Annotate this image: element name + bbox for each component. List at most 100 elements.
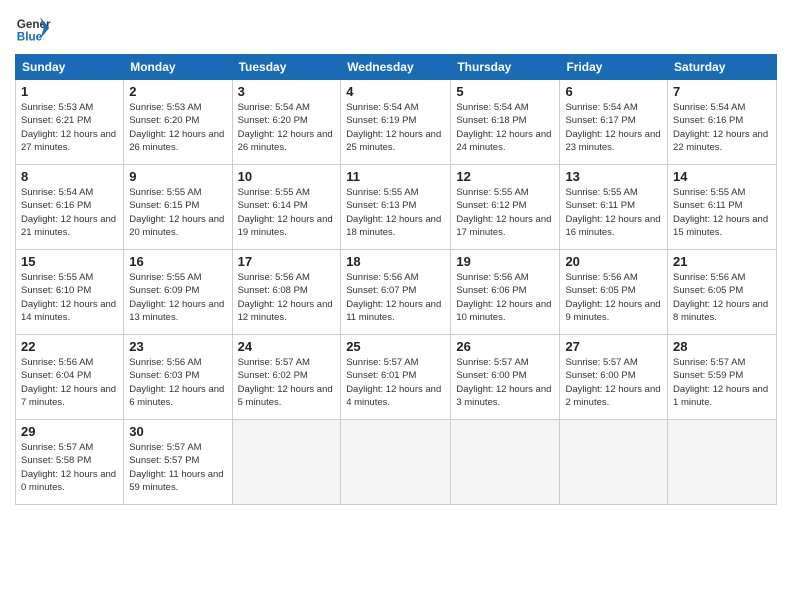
day-info: Sunrise: 5:57 AMSunset: 5:57 PMDaylight:… xyxy=(129,441,226,494)
day-number: 29 xyxy=(21,424,118,439)
table-row: 12 Sunrise: 5:55 AMSunset: 6:12 PMDaylig… xyxy=(451,165,560,250)
day-number: 25 xyxy=(346,339,445,354)
day-info: Sunrise: 5:55 AMSunset: 6:09 PMDaylight:… xyxy=(129,271,226,324)
day-info: Sunrise: 5:57 AMSunset: 6:01 PMDaylight:… xyxy=(346,356,445,409)
table-row: 22 Sunrise: 5:56 AMSunset: 6:04 PMDaylig… xyxy=(16,335,124,420)
calendar-row-2: 8 Sunrise: 5:54 AMSunset: 6:16 PMDayligh… xyxy=(16,165,777,250)
table-row xyxy=(560,420,668,505)
table-row: 18 Sunrise: 5:56 AMSunset: 6:07 PMDaylig… xyxy=(341,250,451,335)
day-info: Sunrise: 5:54 AMSunset: 6:20 PMDaylight:… xyxy=(238,101,336,154)
calendar-row-1: 1 Sunrise: 5:53 AMSunset: 6:21 PMDayligh… xyxy=(16,80,777,165)
table-row: 9 Sunrise: 5:55 AMSunset: 6:15 PMDayligh… xyxy=(124,165,232,250)
day-number: 11 xyxy=(346,169,445,184)
day-info: Sunrise: 5:56 AMSunset: 6:03 PMDaylight:… xyxy=(129,356,226,409)
day-number: 8 xyxy=(21,169,118,184)
day-info: Sunrise: 5:57 AMSunset: 6:00 PMDaylight:… xyxy=(456,356,554,409)
table-row: 19 Sunrise: 5:56 AMSunset: 6:06 PMDaylig… xyxy=(451,250,560,335)
day-info: Sunrise: 5:55 AMSunset: 6:11 PMDaylight:… xyxy=(565,186,662,239)
day-info: Sunrise: 5:55 AMSunset: 6:11 PMDaylight:… xyxy=(673,186,771,239)
table-row: 11 Sunrise: 5:55 AMSunset: 6:13 PMDaylig… xyxy=(341,165,451,250)
day-number: 5 xyxy=(456,84,554,99)
header-tuesday: Tuesday xyxy=(232,55,341,80)
day-info: Sunrise: 5:56 AMSunset: 6:04 PMDaylight:… xyxy=(21,356,118,409)
day-info: Sunrise: 5:57 AMSunset: 6:00 PMDaylight:… xyxy=(565,356,662,409)
calendar-body: 1 Sunrise: 5:53 AMSunset: 6:21 PMDayligh… xyxy=(16,80,777,505)
day-number: 26 xyxy=(456,339,554,354)
day-number: 22 xyxy=(21,339,118,354)
table-row: 5 Sunrise: 5:54 AMSunset: 6:18 PMDayligh… xyxy=(451,80,560,165)
header-wednesday: Wednesday xyxy=(341,55,451,80)
table-row: 7 Sunrise: 5:54 AMSunset: 6:16 PMDayligh… xyxy=(668,80,777,165)
table-row: 4 Sunrise: 5:54 AMSunset: 6:19 PMDayligh… xyxy=(341,80,451,165)
day-info: Sunrise: 5:56 AMSunset: 6:05 PMDaylight:… xyxy=(565,271,662,324)
day-number: 13 xyxy=(565,169,662,184)
table-row: 2 Sunrise: 5:53 AMSunset: 6:20 PMDayligh… xyxy=(124,80,232,165)
svg-text:Blue: Blue xyxy=(17,31,43,44)
table-row xyxy=(451,420,560,505)
day-number: 20 xyxy=(565,254,662,269)
day-number: 1 xyxy=(21,84,118,99)
header-saturday: Saturday xyxy=(668,55,777,80)
table-row xyxy=(232,420,341,505)
day-info: Sunrise: 5:53 AMSunset: 6:20 PMDaylight:… xyxy=(129,101,226,154)
day-number: 19 xyxy=(456,254,554,269)
table-row: 3 Sunrise: 5:54 AMSunset: 6:20 PMDayligh… xyxy=(232,80,341,165)
table-row: 26 Sunrise: 5:57 AMSunset: 6:00 PMDaylig… xyxy=(451,335,560,420)
day-info: Sunrise: 5:54 AMSunset: 6:18 PMDaylight:… xyxy=(456,101,554,154)
table-row: 15 Sunrise: 5:55 AMSunset: 6:10 PMDaylig… xyxy=(16,250,124,335)
day-number: 7 xyxy=(673,84,771,99)
day-info: Sunrise: 5:55 AMSunset: 6:12 PMDaylight:… xyxy=(456,186,554,239)
calendar-header-row: SundayMondayTuesdayWednesdayThursdayFrid… xyxy=(16,55,777,80)
day-number: 21 xyxy=(673,254,771,269)
table-row: 29 Sunrise: 5:57 AMSunset: 5:58 PMDaylig… xyxy=(16,420,124,505)
day-number: 30 xyxy=(129,424,226,439)
day-number: 16 xyxy=(129,254,226,269)
calendar-row-3: 15 Sunrise: 5:55 AMSunset: 6:10 PMDaylig… xyxy=(16,250,777,335)
table-row: 6 Sunrise: 5:54 AMSunset: 6:17 PMDayligh… xyxy=(560,80,668,165)
day-info: Sunrise: 5:54 AMSunset: 6:17 PMDaylight:… xyxy=(565,101,662,154)
day-number: 3 xyxy=(238,84,336,99)
header-sunday: Sunday xyxy=(16,55,124,80)
table-row: 16 Sunrise: 5:55 AMSunset: 6:09 PMDaylig… xyxy=(124,250,232,335)
day-info: Sunrise: 5:56 AMSunset: 6:06 PMDaylight:… xyxy=(456,271,554,324)
day-number: 2 xyxy=(129,84,226,99)
day-info: Sunrise: 5:57 AMSunset: 5:58 PMDaylight:… xyxy=(21,441,118,494)
table-row: 8 Sunrise: 5:54 AMSunset: 6:16 PMDayligh… xyxy=(16,165,124,250)
table-row: 27 Sunrise: 5:57 AMSunset: 6:00 PMDaylig… xyxy=(560,335,668,420)
day-info: Sunrise: 5:53 AMSunset: 6:21 PMDaylight:… xyxy=(21,101,118,154)
table-row: 17 Sunrise: 5:56 AMSunset: 6:08 PMDaylig… xyxy=(232,250,341,335)
day-info: Sunrise: 5:55 AMSunset: 6:15 PMDaylight:… xyxy=(129,186,226,239)
table-row: 1 Sunrise: 5:53 AMSunset: 6:21 PMDayligh… xyxy=(16,80,124,165)
day-number: 14 xyxy=(673,169,771,184)
day-info: Sunrise: 5:55 AMSunset: 6:14 PMDaylight:… xyxy=(238,186,336,239)
table-row: 21 Sunrise: 5:56 AMSunset: 6:05 PMDaylig… xyxy=(668,250,777,335)
day-number: 18 xyxy=(346,254,445,269)
day-info: Sunrise: 5:56 AMSunset: 6:07 PMDaylight:… xyxy=(346,271,445,324)
day-number: 6 xyxy=(565,84,662,99)
day-number: 27 xyxy=(565,339,662,354)
day-number: 9 xyxy=(129,169,226,184)
day-info: Sunrise: 5:56 AMSunset: 6:08 PMDaylight:… xyxy=(238,271,336,324)
table-row: 28 Sunrise: 5:57 AMSunset: 5:59 PMDaylig… xyxy=(668,335,777,420)
day-info: Sunrise: 5:54 AMSunset: 6:16 PMDaylight:… xyxy=(21,186,118,239)
day-info: Sunrise: 5:55 AMSunset: 6:13 PMDaylight:… xyxy=(346,186,445,239)
calendar-table: SundayMondayTuesdayWednesdayThursdayFrid… xyxy=(15,54,777,505)
logo-icon: General Blue xyxy=(15,10,51,46)
table-row xyxy=(668,420,777,505)
day-number: 15 xyxy=(21,254,118,269)
page-header: General Blue xyxy=(15,10,777,46)
table-row: 23 Sunrise: 5:56 AMSunset: 6:03 PMDaylig… xyxy=(124,335,232,420)
table-row: 20 Sunrise: 5:56 AMSunset: 6:05 PMDaylig… xyxy=(560,250,668,335)
day-info: Sunrise: 5:54 AMSunset: 6:19 PMDaylight:… xyxy=(346,101,445,154)
calendar-row-5: 29 Sunrise: 5:57 AMSunset: 5:58 PMDaylig… xyxy=(16,420,777,505)
table-row: 10 Sunrise: 5:55 AMSunset: 6:14 PMDaylig… xyxy=(232,165,341,250)
day-info: Sunrise: 5:54 AMSunset: 6:16 PMDaylight:… xyxy=(673,101,771,154)
logo: General Blue xyxy=(15,10,51,46)
day-number: 17 xyxy=(238,254,336,269)
day-info: Sunrise: 5:57 AMSunset: 5:59 PMDaylight:… xyxy=(673,356,771,409)
table-row: 13 Sunrise: 5:55 AMSunset: 6:11 PMDaylig… xyxy=(560,165,668,250)
table-row: 14 Sunrise: 5:55 AMSunset: 6:11 PMDaylig… xyxy=(668,165,777,250)
table-row: 30 Sunrise: 5:57 AMSunset: 5:57 PMDaylig… xyxy=(124,420,232,505)
header-monday: Monday xyxy=(124,55,232,80)
day-number: 10 xyxy=(238,169,336,184)
